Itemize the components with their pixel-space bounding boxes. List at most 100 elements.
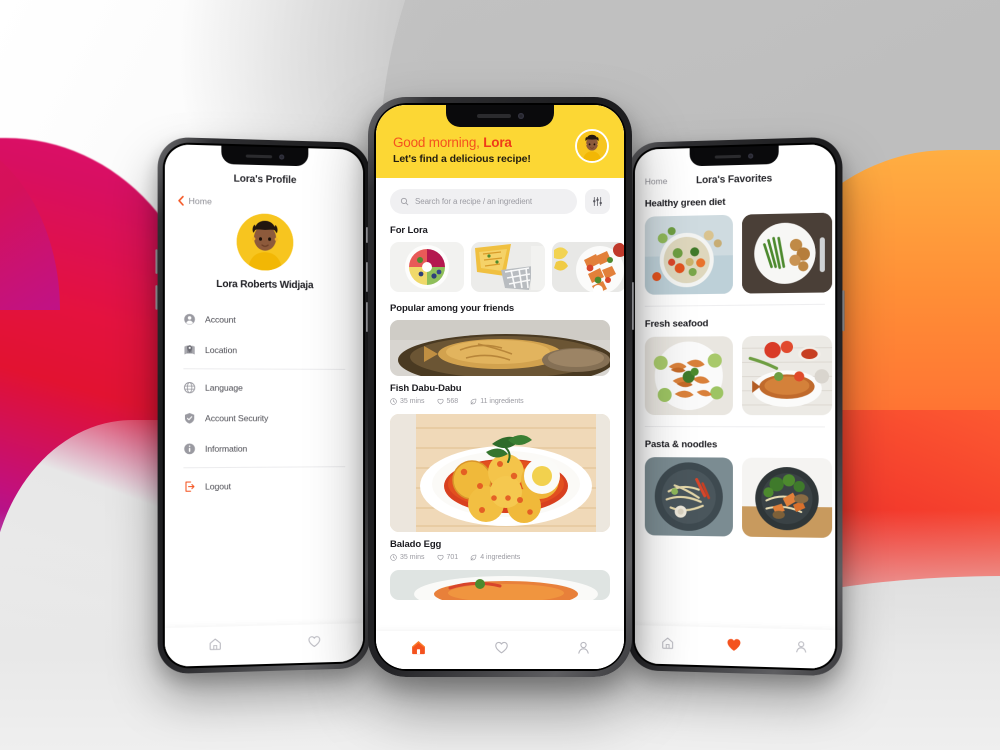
favorites-row-green-diet[interactable] — [635, 212, 835, 295]
greeting-name: Lora — [483, 135, 512, 150]
menu-item-label: Information — [204, 443, 248, 454]
nav-item-home[interactable] — [208, 636, 222, 656]
mute-switch[interactable] — [366, 227, 368, 243]
volume-down-button[interactable] — [366, 302, 368, 332]
phone-left-profile: Lora's Profile Home Lora Roberts Widjaja… — [155, 136, 370, 675]
bottom-navigation — [634, 625, 836, 670]
recipe-title: Fish Dabu-Dabu — [390, 383, 462, 394]
volume-up-button[interactable] — [155, 249, 158, 274]
power-button[interactable] — [632, 282, 634, 330]
phone-right-notch — [689, 145, 779, 167]
section-title-seafood: Fresh seafood — [644, 318, 709, 330]
menu-item-logout[interactable]: Logout — [165, 470, 363, 502]
nav-item-home[interactable] — [660, 635, 674, 654]
menu-item-label: Account — [204, 314, 236, 325]
seafood-pasta-image — [644, 457, 733, 537]
menu-item-label: Location — [204, 344, 238, 356]
favorite-card[interactable] — [644, 457, 733, 537]
menu-item-label: Language — [204, 382, 243, 393]
bottom-navigation — [376, 631, 624, 669]
phone-left-bezel: Lora's Profile Home Lora Roberts Widjaja… — [162, 141, 366, 670]
phone-left-notch — [221, 145, 309, 167]
favorites-row-seafood[interactable] — [635, 335, 835, 416]
recipe-time-label: 35 mins — [400, 398, 425, 405]
nav-item-favorites[interactable] — [307, 634, 321, 653]
favorite-card[interactable] — [742, 212, 833, 294]
heart-icon — [494, 641, 508, 654]
menu-item-information[interactable]: Information — [165, 433, 363, 464]
nav-item-favorites[interactable] — [726, 636, 742, 658]
favorite-card[interactable] — [742, 335, 833, 416]
fried-shrimp-image — [644, 336, 733, 416]
volume-down-button[interactable] — [155, 285, 158, 310]
leaf-icon — [470, 398, 477, 405]
recipe-likes-label: 568 — [446, 398, 459, 405]
recipe-ingredients: 11 ingredients — [470, 398, 524, 405]
favorite-card[interactable] — [644, 214, 733, 295]
phone-center-notch — [446, 105, 554, 127]
shield-check-icon — [184, 413, 195, 424]
favorite-card[interactable] — [644, 336, 733, 416]
favorite-card[interactable] — [742, 457, 833, 538]
menu-divider — [183, 466, 346, 469]
smoothie-bowl-image — [390, 242, 464, 292]
balado-egg-image — [390, 414, 610, 532]
home-icon — [208, 636, 222, 651]
menu-item-account[interactable]: Account — [165, 304, 363, 336]
recipe-image-fish-dabu-dabu[interactable] — [390, 320, 610, 376]
recipe-meta: 35 mins 568 11 ingredients — [376, 394, 624, 405]
clock-icon — [390, 554, 397, 561]
nav-item-profile[interactable] — [794, 639, 808, 659]
recipe-thumbnail[interactable] — [471, 242, 545, 292]
section-title-green-diet: Healthy green diet — [644, 196, 726, 210]
recipe-time-label: 35 mins — [400, 554, 425, 561]
menu-item-location[interactable]: Location — [165, 334, 363, 366]
mushroom-noodles-image — [742, 457, 833, 538]
chevron-left-icon — [177, 196, 184, 206]
search-row: Search for a recipe / an ingredient — [376, 178, 624, 214]
phone-right-bezel: Home Lora's Favorites Healthy green diet — [632, 141, 838, 672]
section-title-popular: Popular among your friends — [390, 303, 515, 314]
home-screen: Good morning, Lora Let's find a deliciou… — [376, 105, 624, 669]
greeting-prefix: Good morning, — [393, 135, 484, 150]
phone-center-home: Good morning, Lora Let's find a deliciou… — [366, 97, 634, 677]
nav-item-home[interactable] — [410, 639, 427, 661]
clock-icon — [390, 398, 397, 405]
section-title-pasta-noodles: Pasta & noodles — [644, 439, 718, 451]
section-title-for-you: For Lora — [390, 225, 428, 236]
map-pin-icon — [184, 345, 195, 355]
avatar[interactable] — [575, 129, 609, 163]
back-label: Home — [188, 195, 212, 207]
account-circle-icon — [184, 313, 195, 325]
search-input[interactable]: Search for a recipe / an ingredient — [390, 189, 577, 214]
menu-item-language[interactable]: Language — [165, 372, 363, 403]
nav-item-profile[interactable] — [576, 640, 591, 660]
favorites-row-pasta-noodles[interactable] — [635, 457, 835, 538]
filter-button[interactable] — [585, 189, 610, 214]
power-button[interactable] — [842, 290, 845, 332]
profile-menu: Account Location Language Account Securi… — [165, 304, 363, 503]
avatar[interactable] — [236, 213, 294, 271]
recipe-likes-label: 701 — [446, 554, 459, 561]
menu-item-account-security[interactable]: Account Security — [165, 403, 363, 434]
for-you-thumbnails — [376, 242, 624, 292]
recipe-image-next[interactable] — [390, 570, 610, 600]
logout-icon — [183, 480, 195, 492]
heart-icon — [437, 398, 444, 405]
nav-item-favorites[interactable] — [494, 640, 509, 660]
earpiece-speaker — [245, 154, 273, 158]
profile-screen: Lora's Profile Home Lora Roberts Widjaja… — [164, 144, 364, 667]
menu-item-label: Account Security — [204, 413, 269, 424]
recipe-thumbnail[interactable] — [552, 242, 624, 292]
recipe-ingredients-label: 11 ingredients — [480, 398, 524, 405]
person-icon — [794, 639, 808, 654]
avatar-illustration — [236, 213, 294, 271]
back-button[interactable]: Home — [165, 183, 363, 210]
heart-icon — [437, 554, 444, 561]
recipe-image-balado-egg[interactable] — [390, 414, 610, 532]
menu-item-label: Logout — [204, 481, 231, 492]
volume-up-button[interactable] — [366, 262, 368, 292]
phone-center-screen: Good morning, Lora Let's find a deliciou… — [376, 105, 624, 669]
recipe-meta: 35 mins 701 4 ingredients — [376, 550, 624, 561]
recipe-thumbnail[interactable] — [390, 242, 464, 292]
